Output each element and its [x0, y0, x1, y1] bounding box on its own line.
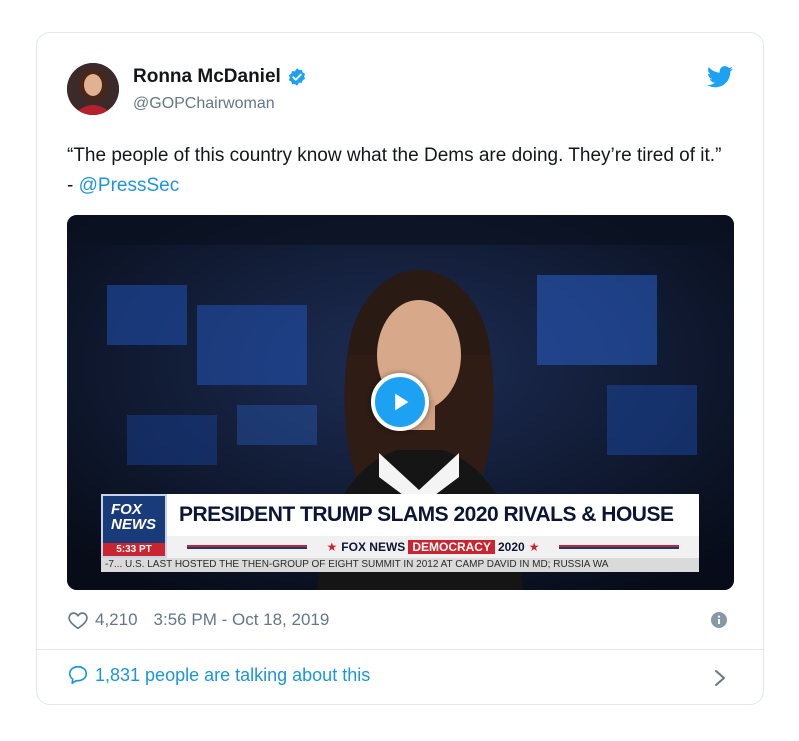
news-headline: PRESIDENT TRUMP SLAMS 2020 RIVALS & HOUS…: [167, 494, 699, 568]
star-icon: ★: [326, 540, 338, 554]
heart-icon[interactable]: [67, 609, 89, 631]
sub-democracy: DEMOCRACY: [408, 540, 495, 554]
author-handle[interactable]: @GOPChairwoman: [133, 95, 275, 113]
flag-stripe-left: [187, 545, 307, 549]
tweet-meta-row: 4,210 3:56 PM - Oct 18, 2019: [67, 609, 329, 631]
logo-line-1: FOX: [111, 501, 142, 518]
info-icon[interactable]: [711, 612, 727, 628]
tweet-text: “The people of this country know what th…: [67, 141, 727, 201]
news-sub-bar: ★ FOX NEWS DEMOCRACY 2020 ★: [167, 536, 699, 558]
reply-bubble-icon: [68, 665, 88, 685]
like-count[interactable]: 4,210: [95, 610, 138, 630]
broadcast-time: 5:33 PT: [103, 543, 165, 556]
star-icon: ★: [528, 540, 540, 554]
play-button[interactable]: [371, 373, 429, 431]
news-ticker: -7... U.S. LAST HOSTED THE THEN-GROUP OF…: [101, 558, 699, 572]
verified-badge-icon: [288, 68, 305, 86]
sub-brand: FOX NEWS: [341, 540, 406, 554]
author-name-row[interactable]: Ronna McDaniel: [133, 66, 307, 88]
video-player[interactable]: FOX NEWS 5:33 PT PRESIDENT TRUMP SLAMS 2…: [67, 215, 734, 590]
play-icon: [395, 393, 409, 411]
news-lower-third: FOX NEWS 5:33 PT PRESIDENT TRUMP SLAMS 2…: [101, 494, 699, 574]
tweet-timestamp[interactable]: 3:56 PM - Oct 18, 2019: [154, 610, 330, 630]
author-name[interactable]: Ronna McDaniel: [133, 66, 281, 88]
chevron-right-icon[interactable]: [713, 668, 727, 688]
twitter-bird-icon[interactable]: [707, 66, 733, 88]
mention-link[interactable]: @PressSec: [79, 175, 180, 196]
author-avatar[interactable]: [67, 63, 119, 115]
tweet-card[interactable]: Ronna McDaniel @GOPChairwoman “The peopl…: [36, 32, 764, 705]
conversation-link[interactable]: 1,831 people are talking about this: [67, 664, 370, 686]
flag-stripe-right: [559, 545, 679, 549]
divider: [37, 649, 763, 650]
logo-line-2: NEWS: [111, 516, 156, 533]
sub-year: 2020: [497, 540, 525, 554]
talking-text[interactable]: 1,831 people are talking about this: [95, 665, 370, 686]
